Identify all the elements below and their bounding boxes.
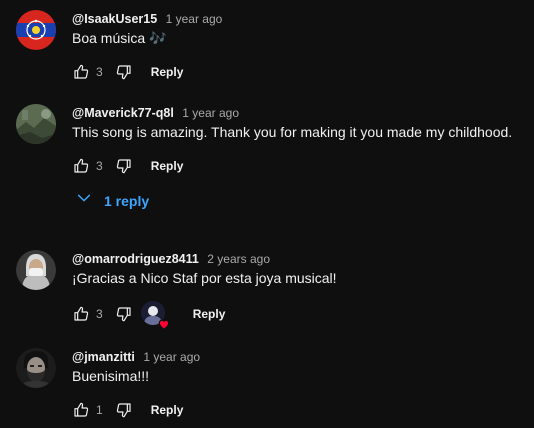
avatar[interactable] — [16, 10, 56, 50]
comment-actions: 3 Reply — [72, 154, 183, 178]
creator-heart-badge — [140, 301, 169, 330]
comment-header: @Maverick77-q8l 1 year ago — [72, 104, 239, 122]
comment-actions: 3 Reply — [72, 60, 183, 84]
comment-header: @IsaakUser15 1 year ago — [72, 10, 222, 28]
replies-count-label: 1 reply — [104, 192, 150, 209]
like-count: 3 — [96, 307, 103, 321]
reply-button[interactable]: Reply — [151, 159, 184, 173]
heart-icon — [157, 317, 171, 331]
show-replies-button[interactable]: 1 reply — [76, 190, 149, 211]
like-count: 3 — [96, 65, 103, 79]
comment-author[interactable]: @jmanzitti — [72, 350, 135, 364]
comment-header: @omarrodriguez8411 2 years ago — [72, 250, 270, 268]
like-count: 3 — [96, 159, 103, 173]
comment-time[interactable]: 1 year ago — [182, 106, 239, 120]
comment-author[interactable]: @IsaakUser15 — [72, 12, 157, 26]
comment-author[interactable]: @omarrodriguez8411 — [72, 252, 199, 266]
avatar[interactable] — [16, 250, 56, 290]
avatar[interactable] — [16, 348, 56, 388]
thumbs-down-icon[interactable] — [115, 157, 133, 175]
comment-actions: 1 Reply — [72, 398, 183, 422]
reply-button[interactable]: Reply — [151, 65, 184, 79]
reply-button[interactable]: Reply — [151, 403, 184, 417]
comment-text: Buenisima!!! — [72, 368, 150, 384]
chevron-down-icon — [76, 190, 92, 211]
comment-text: This song is amazing. Thank you for maki… — [72, 124, 513, 140]
thumbs-up-icon[interactable] — [72, 157, 90, 175]
avatar[interactable] — [16, 104, 56, 144]
like-count: 1 — [96, 403, 103, 417]
thumbs-down-icon[interactable] — [115, 305, 133, 323]
comment-author[interactable]: @Maverick77-q8l — [72, 106, 174, 120]
thumbs-up-icon[interactable] — [72, 305, 90, 323]
thumbs-up-icon[interactable] — [72, 401, 90, 419]
comment-text: ¡Gracias a Nico Staf por esta joya music… — [72, 270, 337, 286]
comment-text: Boa música 🎶 — [72, 30, 167, 46]
thumbs-up-icon[interactable] — [72, 63, 90, 81]
comment-actions: 3 Reply — [72, 301, 226, 330]
comment-time[interactable]: 2 years ago — [207, 252, 270, 266]
comment-time[interactable]: 1 year ago — [166, 12, 223, 26]
comment-header: @jmanzitti 1 year ago — [72, 348, 200, 366]
comment-time[interactable]: 1 year ago — [143, 350, 200, 364]
thumbs-down-icon[interactable] — [115, 401, 133, 419]
thumbs-down-icon[interactable] — [115, 63, 133, 81]
reply-button[interactable]: Reply — [193, 307, 226, 321]
